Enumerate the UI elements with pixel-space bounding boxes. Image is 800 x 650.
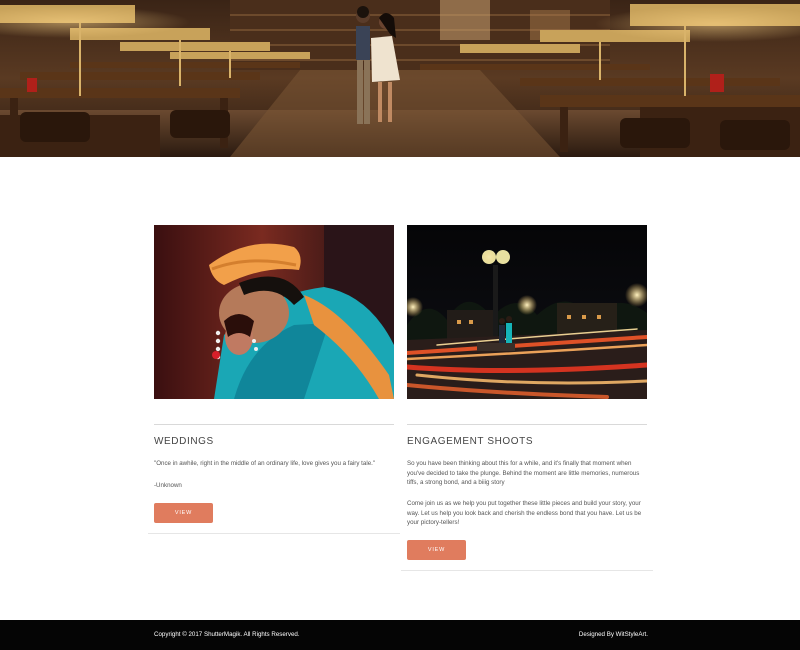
engagement-view-button[interactable]: VIEW	[407, 540, 466, 560]
wedding-photo[interactable]	[154, 225, 394, 399]
weddings-quote-author: -Unknown	[154, 482, 182, 489]
card-bottom-divider	[148, 533, 400, 534]
weddings-title: WEDDINGS	[154, 436, 214, 447]
weddings-card: WEDDINGS "Once in awhile, right in the m…	[148, 225, 400, 534]
weddings-view-button[interactable]: VIEW	[154, 503, 213, 523]
card-top-divider	[407, 424, 647, 425]
library-couple-photo	[0, 0, 800, 157]
engagement-paragraph-2: Come join us as we help you put together…	[407, 500, 642, 527]
engagement-card: ENGAGEMENT SHOOTS So you have been think…	[401, 225, 653, 571]
hero-banner	[0, 0, 800, 157]
engagement-photo[interactable]	[407, 225, 647, 399]
designed-by: Designed By WitStyleArt.	[579, 631, 648, 638]
engagement-paragraph-1: So you have been thinking about this for…	[407, 460, 640, 487]
card-top-divider	[154, 424, 394, 425]
weddings-quote: "Once in awhile, right in the middle of …	[154, 460, 376, 467]
designed-by-label: Designed By	[578, 631, 616, 638]
copyright-text: Copyright © 2017 ShutterMagik. All Right…	[154, 631, 300, 638]
wedding-couple-photo	[154, 225, 394, 399]
footer: Copyright © 2017 ShutterMagik. All Right…	[0, 620, 800, 650]
night-clock-engagement-photo	[407, 225, 647, 399]
designer-link[interactable]: WitStyleArt.	[616, 631, 648, 638]
engagement-title: ENGAGEMENT SHOOTS	[407, 436, 534, 447]
card-bottom-divider	[401, 570, 653, 571]
